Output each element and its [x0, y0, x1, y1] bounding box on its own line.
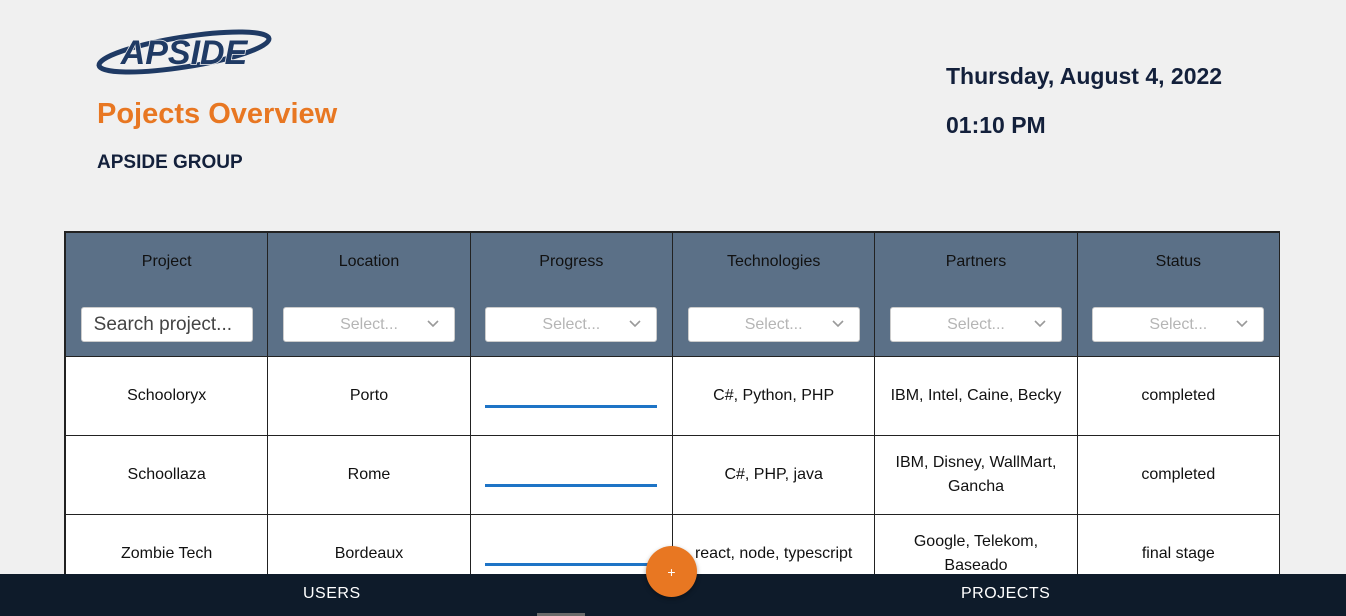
status-filter-select[interactable]: Select... [1092, 307, 1265, 342]
cell-progress [469, 514, 673, 574]
column-label: Partners [945, 253, 1007, 270]
table-header-row: Project Search project... Location Selec… [65, 232, 1279, 357]
select-placeholder: Select... [340, 315, 398, 333]
partners-filter-select[interactable]: Select... [889, 307, 1062, 342]
chevron-down-icon [629, 320, 641, 328]
select-placeholder: Select... [542, 315, 601, 333]
progress-filter-select[interactable]: Select... [485, 307, 658, 342]
projects-table: Project Search project... Location Selec… [64, 231, 1280, 574]
current-time: 01:10 PM [946, 112, 1046, 138]
cell-partners: IBM, Intel, Caine, Becky [874, 356, 1078, 436]
column-label: Location [338, 253, 400, 270]
page-title: Pojects Overview [97, 98, 338, 130]
cell-location: Rome [267, 435, 471, 515]
table-row[interactable]: Schooloryx Porto C#, Python, PHP IBM, In… [65, 356, 1279, 436]
chevron-down-icon [1236, 320, 1248, 328]
project-search-input[interactable]: Search project... [80, 307, 253, 342]
cell-status: final stage [1076, 514, 1279, 574]
cell-partners: Google, Telekom, Baseado [874, 514, 1078, 574]
cell-status: completed [1076, 356, 1279, 436]
apside-logo: APSIDE [96, 29, 272, 75]
progress-bar [485, 483, 658, 487]
cell-status: completed [1076, 435, 1279, 515]
column-header-status: Status Select... [1076, 232, 1279, 357]
table-row[interactable]: Schoollaza Rome C#, PHP, java IBM, Disne… [65, 435, 1279, 515]
nav-projects[interactable]: PROJECTS [961, 585, 1050, 603]
column-label: Technologies [726, 253, 821, 270]
progress-bar [485, 562, 658, 566]
column-label: Progress [539, 253, 604, 270]
nav-users[interactable]: USERS [303, 585, 361, 603]
column-header-technologies: Technologies Select... [671, 232, 876, 357]
column-header-project: Project Search project... [65, 232, 269, 357]
cell-project: Schooloryx [65, 356, 269, 436]
column-header-progress: Progress Select... [469, 232, 673, 357]
column-label: Status [1155, 253, 1201, 270]
technologies-filter-select[interactable]: Select... [687, 307, 860, 342]
select-placeholder: Select... [744, 315, 803, 333]
cell-technologies: react, node, typescript [671, 514, 876, 574]
chevron-down-icon [1034, 320, 1046, 328]
location-filter-select[interactable]: Select... [282, 307, 455, 342]
column-header-location: Location Select... [267, 232, 471, 357]
cell-location: Porto [267, 356, 471, 436]
chevron-down-icon [832, 320, 844, 328]
cell-location: Bordeaux [267, 514, 471, 574]
select-placeholder: Select... [1149, 315, 1208, 333]
add-project-button[interactable]: + [646, 546, 697, 597]
column-header-partners: Partners Select... [874, 232, 1078, 357]
cell-progress [469, 356, 673, 436]
select-placeholder: Select... [947, 315, 1005, 333]
cell-project: Schoollaza [65, 435, 269, 515]
company-name: APSIDE GROUP [97, 152, 243, 173]
cell-project: Zombie Tech [65, 514, 269, 574]
cell-technologies: C#, PHP, java [671, 435, 876, 515]
cell-technologies: C#, Python, PHP [671, 356, 876, 436]
cell-progress [469, 435, 673, 515]
cell-partners: IBM, Disney, WallMart, Gancha [874, 435, 1078, 515]
current-date: Thursday, August 4, 2022 [946, 63, 1223, 89]
column-label: Project [141, 253, 192, 270]
progress-bar [485, 404, 658, 408]
chevron-down-icon [427, 320, 439, 328]
logo-text: APSIDE [120, 34, 249, 72]
